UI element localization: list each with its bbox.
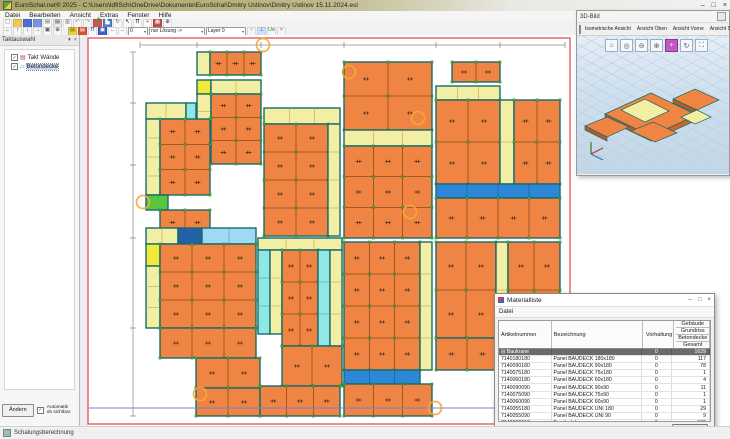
pin-icon[interactable]: ▾ [68, 37, 71, 43]
material-table-header: Artikelnummer Bezeichnung Vorhaltung Geb… [499, 321, 710, 349]
minimize-button[interactable]: – [701, 2, 705, 9]
status-bar: Schalungsberechnung [0, 426, 730, 439]
panel-close-icon[interactable]: × [74, 37, 77, 43]
app-logo-icon [3, 1, 12, 10]
menu-ansicht[interactable]: Ansicht [70, 12, 91, 19]
change-button[interactable]: Ändern [2, 404, 34, 417]
zoom-in-icon[interactable]: ⊕ [650, 39, 663, 52]
tab-ansicht-seite[interactable]: Ansicht Seite [708, 25, 730, 33]
status-text: Schalungsberechnung [14, 430, 74, 436]
takt-selection-panel: Taktauswahl ▾ × ✓▤Takt Wände✓▱Betondecke… [0, 35, 80, 427]
pan-move-icon[interactable]: + [665, 39, 678, 52]
tab-ansicht-oben[interactable]: Ansicht Oben [635, 25, 669, 33]
menu-hilfe[interactable]: Hilfe [158, 12, 171, 19]
rotate-icon[interactable]: ↻ [680, 39, 693, 52]
visibility-icon[interactable]: ◎ [620, 39, 633, 52]
automatic-checkbox-label: Automatik ob sichtbar [47, 405, 70, 416]
dialog-title: Materialliste [507, 297, 542, 304]
takt-tree: ✓▤Takt Wände✓▱Betondecke [4, 49, 75, 390]
column-bezeichnung[interactable]: Bezeichnung [552, 321, 643, 348]
dialog-close-button[interactable]: × [707, 297, 711, 303]
material-table: Artikelnummer Bezeichnung Vorhaltung Geb… [498, 320, 711, 422]
dialog-icon [498, 297, 504, 303]
3d-model [577, 36, 727, 162]
3d-window-menu-button[interactable] [717, 12, 726, 21]
3d-view-tabs: Isometrische AnsichtAnsicht ObenAnsicht … [577, 23, 729, 36]
menu-bearbeiten[interactable]: Bearbeiten [29, 12, 60, 19]
3d-view-window: 3D-Bild Isometrische AnsichtAnsicht Oben… [576, 10, 730, 176]
grid-view-icon[interactable] [579, 25, 581, 34]
status-icon [3, 429, 11, 437]
stack-header-betondecke: Betondecke [676, 335, 709, 342]
checkbox-icon[interactable]: ✓ [11, 54, 18, 61]
table-row[interactable]: 7140090180Panel BAUDECK 90x180078 [499, 363, 710, 370]
tree-item-label: Betondecke [27, 64, 59, 70]
tree-item-betondecke[interactable]: ✓▱Betondecke [7, 62, 72, 71]
table-row[interactable]: 7140060180Panel BAUDECK 60x18004 [499, 377, 710, 384]
close-button[interactable]: × [723, 2, 727, 9]
table-row-group[interactable]: ⊟ Baukrane01629 [499, 349, 710, 356]
euroschal-window: EuroSchal.net® 2025 - C:\Users\IdfiSch\O… [0, 0, 730, 439]
3d-viewport[interactable]: ⌂◎⊖⊕+↻⛶ [577, 36, 729, 174]
stack-header-gesamt: Gesamt [676, 342, 709, 348]
slab-icon: ▱ [20, 63, 25, 70]
menu-fenster[interactable]: Fenster [127, 12, 149, 19]
table-row[interactable]: 7140075180Panel BAUDECK 75x18001 [499, 370, 710, 377]
menu-datei[interactable]: Datei [5, 12, 20, 19]
table-row[interactable]: 7140055180Panel BAUDECK UNI 180029 [499, 406, 710, 413]
table-row[interactable]: 7140060090Panel BAUDECK 60x9001 [499, 399, 710, 406]
dialog-minimize-button[interactable]: – [689, 297, 692, 303]
automatic-checkbox[interactable]: ✓ [37, 407, 44, 414]
dialog-maximize-button[interactable]: □ [698, 297, 702, 303]
table-row[interactable]: 7140090090Panel BAUDECK 90x90011 [499, 384, 710, 391]
home-view-icon[interactable]: ⌂ [605, 39, 618, 52]
column-gebaeude-stack[interactable]: GebäudeGrundrissBetondeckeGesamt [674, 321, 710, 348]
stack-header-grundriss: Grundriss [676, 328, 709, 335]
wall-icon: ▤ [20, 54, 26, 61]
menu-extras[interactable]: Extras [100, 12, 118, 19]
table-row[interactable]: 7140075090Panel BAUDECK 75x9001 [499, 392, 710, 399]
column-vorhaltung[interactable]: Vorhaltung [643, 321, 675, 348]
stack-header-gebäude: Gebäude [676, 321, 709, 328]
tab-ansicht-vorne[interactable]: Ansicht Vorne [671, 25, 706, 33]
material-list-dialog: Materialliste – □ × Datei Artikelnummer … [494, 293, 715, 439]
table-row[interactable]: 7140055090Panel BAUDECK UNI 9009 [499, 413, 710, 420]
3d-float-toolbar: ⌂◎⊖⊕+↻⛶ [605, 39, 708, 52]
tab-isometrische-ansicht[interactable]: Isometrische Ansicht [583, 25, 633, 33]
table-row[interactable]: 7140180180Panel BAUDECK 180x1800117 [499, 356, 710, 363]
material-table-body: ⊟ Baukrane016297140180180Panel BAUDECK 1… [499, 349, 710, 422]
maximize-button[interactable]: □ [712, 2, 716, 9]
column-artikelnummer[interactable]: Artikelnummer [499, 321, 552, 348]
tree-item-label: Takt Wände [28, 55, 60, 61]
window-title: EuroSchal.net® 2025 - C:\Users\IdfiSch\O… [15, 2, 697, 9]
checkbox-icon[interactable]: ✓ [11, 63, 18, 70]
fit-view-icon[interactable]: ⛶ [695, 39, 708, 52]
dialog-menu-datei[interactable]: Datei [499, 309, 513, 315]
tree-item-takt-w-nde[interactable]: ✓▤Takt Wände [7, 53, 72, 62]
panel-title: Taktauswahl [2, 37, 35, 43]
3d-window-title: 3D-Bild [580, 14, 600, 20]
zoom-out-icon[interactable]: ⊖ [635, 39, 648, 52]
